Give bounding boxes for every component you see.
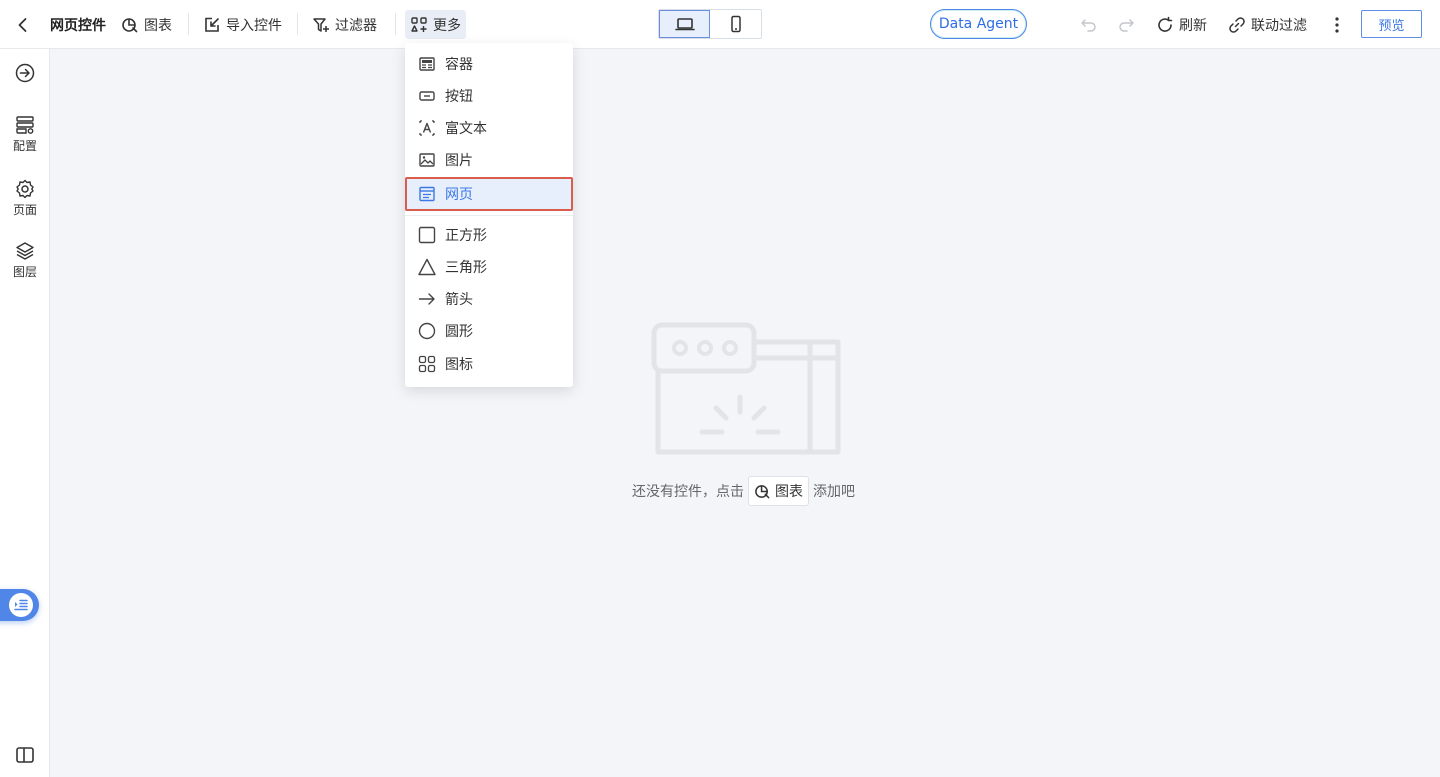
empty-state-chart-button[interactable]: 图表 [748,476,809,506]
mobile-icon [730,15,741,33]
sidebar-item-label: 页面 [12,203,37,217]
refresh-icon [1158,16,1173,32]
desktop-view-button[interactable] [659,10,711,38]
container-icon [419,57,435,71]
menu-item-label: 容器 [445,57,473,73]
menu-divider [405,215,573,216]
more-button-label: 更多 [433,17,461,34]
menu-item-icon[interactable]: 图标 [405,348,573,380]
outline-icon-wrap [9,593,33,617]
button-icon [419,91,435,101]
left-sidebar: 配置 页面 图层 [0,49,50,777]
arrow-right-icon [418,293,435,305]
layers-icon [16,242,34,260]
menu-item-rich-text[interactable]: 富文本 [405,112,573,144]
top-toolbar: 网页控件 图表 导入控件 过滤器 更多 Data Agent 刷新 联动过滤 预… [0,0,1440,49]
collapse-panel-button[interactable] [0,745,50,765]
import-icon [205,17,219,32]
kebab-menu-icon [1335,16,1339,33]
menu-item-label: 三角形 [445,260,487,276]
empty-state-message: 还没有控件，点击 图表 添加吧 [632,476,855,506]
arrow-circle-right-icon [15,63,35,83]
icon-grid-icon [418,355,436,373]
chart-button[interactable]: 图表 [121,0,172,49]
menu-item-label: 箭头 [445,292,473,308]
chart-icon [755,484,770,498]
webpage-icon [419,186,435,202]
menu-item-square[interactable]: 正方形 [405,219,573,251]
config-icon [16,116,34,134]
more-options-button[interactable] [1328,0,1346,49]
circle-icon [418,322,436,340]
sidebar-item-config[interactable]: 配置 [0,115,50,154]
filter-icon [313,17,329,32]
menu-item-label: 正方形 [445,228,487,244]
sidebar-item-label: 图层 [12,265,37,279]
filter-button[interactable]: 过滤器 [312,0,377,49]
menu-item-button[interactable]: 按钮 [405,80,573,112]
import-widget-button[interactable]: 导入控件 [203,0,282,49]
data-agent-button[interactable]: Data Agent [930,9,1027,39]
refresh-label: 刷新 [1179,17,1207,34]
gear-icon [16,179,34,199]
link-icon [1229,16,1245,33]
redo-icon [1119,18,1134,32]
empty-state-text-after: 添加吧 [813,484,855,500]
sidebar-item-layers[interactable]: 图层 [0,241,50,280]
sidebar-item-page[interactable]: 页面 [0,179,50,218]
toolbar-divider [188,13,189,35]
mobile-view-button[interactable] [710,10,761,38]
page-title: 网页控件 [50,17,106,34]
back-button[interactable] [14,0,32,49]
menu-item-arrow[interactable]: 箭头 [405,283,573,315]
more-dropdown-menu: 容器 按钮 富文本 图片 网页 正方形 三角形 箭头 圆形 图标 [405,43,573,387]
navigate-button[interactable] [0,63,50,83]
menu-item-circle[interactable]: 圆形 [405,315,573,347]
toolbar-divider [297,13,298,35]
more-button[interactable]: 更多 [405,10,466,39]
menu-item-label: 图片 [445,153,473,169]
menu-item-webpage[interactable]: 网页 [405,177,573,211]
empty-state-text-before: 还没有控件，点击 [632,484,744,500]
undo-icon [1081,18,1096,32]
rich-text-icon [419,120,435,136]
undo-button[interactable] [1080,0,1098,49]
toolbar-divider [395,13,396,35]
preview-button[interactable]: 预览 [1361,10,1422,38]
triangle-icon [418,258,436,276]
list-indent-icon [14,599,28,611]
menu-item-label: 图标 [445,357,473,373]
menu-item-label: 网页 [445,187,473,203]
filter-button-label: 过滤器 [335,17,377,34]
more-widgets-icon [411,16,427,32]
device-toggle [658,9,762,39]
sidebar-panel-icon [16,747,34,763]
laptop-icon [674,18,695,31]
linked-filter-button[interactable]: 联动过滤 [1228,0,1307,49]
import-widget-label: 导入控件 [226,17,282,34]
square-icon [418,226,436,244]
redo-button[interactable] [1117,0,1135,49]
chart-button-label: 图表 [144,17,172,34]
menu-item-label: 按钮 [445,89,473,105]
menu-item-container[interactable]: 容器 [405,48,573,80]
empty-state-illustration [651,322,841,455]
menu-item-image[interactable]: 图片 [405,144,573,176]
sidebar-item-label: 配置 [12,139,37,153]
menu-item-label: 圆形 [445,324,473,340]
image-icon [419,153,435,167]
chart-icon [122,17,138,32]
empty-state-chip-label: 图表 [775,484,803,500]
linked-filter-label: 联动过滤 [1251,17,1307,34]
refresh-button[interactable]: 刷新 [1156,0,1207,49]
menu-item-triangle[interactable]: 三角形 [405,251,573,283]
chevron-left-icon [18,17,27,32]
outline-toggle-button[interactable] [0,589,39,621]
menu-item-label: 富文本 [445,121,487,137]
